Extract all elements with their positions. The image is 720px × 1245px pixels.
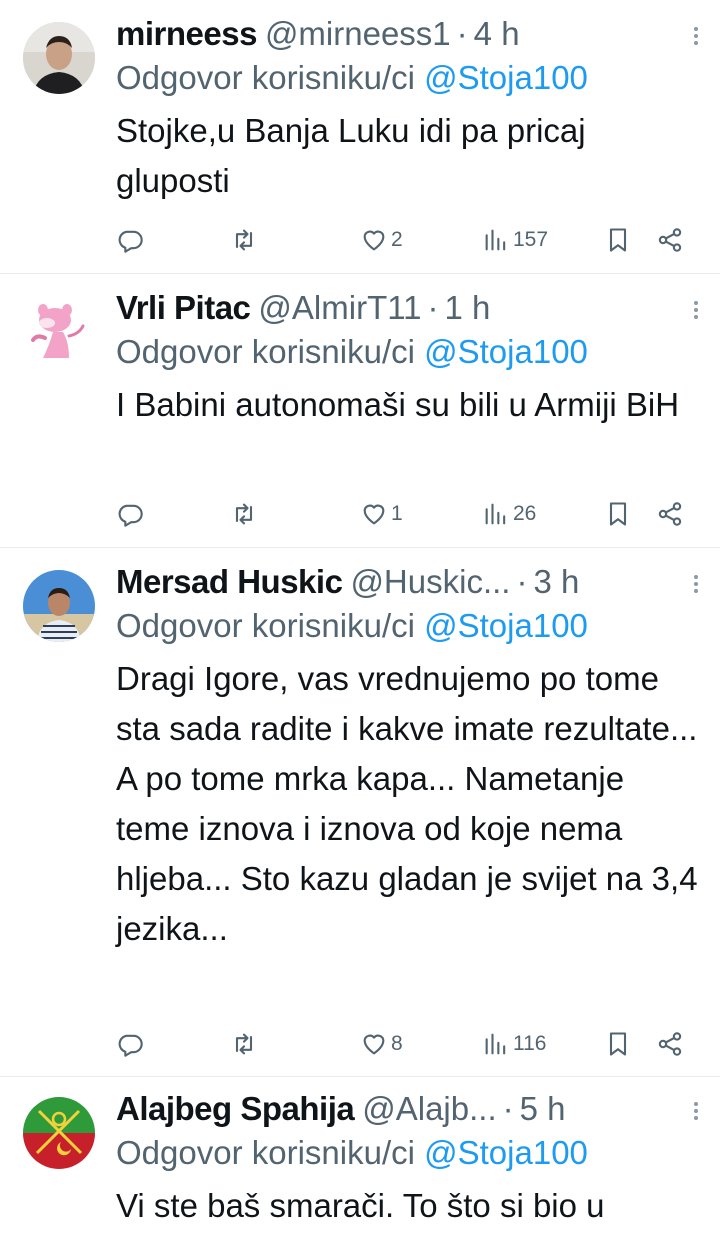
view-count: 116 (513, 1032, 547, 1055)
retweet-icon (235, 229, 253, 251)
display-name[interactable]: mirneess (116, 12, 257, 56)
heart-icon (363, 504, 385, 525)
bookmark-button[interactable] (604, 1030, 632, 1058)
share-icon (658, 502, 682, 526)
more-icon[interactable] (690, 572, 702, 596)
reply-context: Odgovor korisniku/ci @Stoja100 (116, 56, 702, 100)
reply-context: Odgovor korisniku/ci @Stoja100 (116, 1131, 702, 1175)
reply-prefix: Odgovor korisniku/ci (116, 59, 415, 96)
display-name[interactable]: Alajbeg Spahija (116, 1087, 355, 1131)
share-icon (658, 1032, 682, 1056)
reply-button[interactable] (116, 226, 144, 254)
display-name[interactable]: Mersad Huskic (116, 560, 343, 604)
views-icon (485, 229, 506, 251)
reply-context: Odgovor korisniku/ci @Stoja100 (116, 330, 702, 374)
like-count: 1 (391, 502, 403, 525)
more-icon[interactable] (690, 1099, 702, 1123)
user-handle[interactable]: @AlmirT11 (258, 286, 421, 330)
separator-dot: · (427, 289, 439, 326)
separator-dot: · (502, 1090, 514, 1127)
avatar-image (23, 1097, 95, 1169)
timestamp[interactable]: 4 h (474, 12, 520, 56)
views-button[interactable]: 157 (482, 226, 548, 254)
reply-icon (118, 504, 143, 527)
tweet-text: Stojke,u Banja Luku idi pa pricaj glupos… (116, 112, 586, 199)
bookmark-icon (609, 228, 627, 252)
views-icon (485, 503, 506, 525)
reply-context: Odgovor korisniku/ci @Stoja100 (116, 604, 702, 648)
retweet-icon (235, 1033, 253, 1055)
view-count: 157 (513, 228, 549, 251)
display-name[interactable]: Vrli Pitac (116, 286, 251, 330)
reply-icon (118, 230, 143, 253)
like-button[interactable]: 1 (360, 500, 403, 528)
views-button[interactable]: 116 (482, 1030, 546, 1058)
user-handle[interactable]: @mirneess1 (265, 12, 451, 56)
retweet-button[interactable] (230, 1030, 258, 1058)
bookmark-button[interactable] (604, 500, 632, 528)
timestamp[interactable]: 3 h (533, 560, 579, 604)
share-button[interactable] (656, 1030, 684, 1058)
tweet-text: Vi ste baš smarači. To što si bio u (116, 1187, 605, 1224)
tweet-text: I Babini autonomaši su bili u Armiji BiH (116, 386, 680, 423)
separator-dot: · (516, 563, 528, 600)
avatar[interactable] (23, 22, 95, 94)
avatar-image (23, 570, 95, 642)
avatar[interactable] (23, 1097, 95, 1169)
views-button[interactable]: 26 (482, 500, 536, 528)
reply-button[interactable] (116, 500, 144, 528)
tweet[interactable]: Vrli Pitac @AlmirT11 · 1 h Odgovor koris… (0, 274, 720, 548)
reply-mention[interactable]: @Stoja100 (424, 607, 588, 644)
separator-dot: · (456, 15, 468, 52)
reply-prefix: Odgovor korisniku/ci (116, 607, 415, 644)
more-icon[interactable] (690, 298, 702, 322)
reply-mention[interactable]: @Stoja100 (424, 59, 588, 96)
like-button[interactable]: 2 (360, 226, 403, 254)
avatar[interactable] (23, 296, 95, 368)
user-handle[interactable]: @Alajb... (362, 1087, 496, 1131)
bookmark-icon (609, 1032, 627, 1056)
reply-prefix: Odgovor korisniku/ci (116, 1134, 415, 1171)
retweet-icon (235, 503, 253, 525)
retweet-button[interactable] (230, 500, 258, 528)
bookmark-icon (609, 502, 627, 526)
timestamp[interactable]: 1 h (445, 286, 491, 330)
share-button[interactable] (656, 500, 684, 528)
reply-button[interactable] (116, 1030, 144, 1058)
like-button[interactable]: 8 (360, 1030, 403, 1058)
reply-prefix: Odgovor korisniku/ci (116, 333, 415, 370)
bookmark-button[interactable] (604, 226, 632, 254)
like-count: 8 (391, 1032, 403, 1055)
retweet-button[interactable] (230, 226, 258, 254)
heart-icon (363, 230, 385, 251)
heart-icon (363, 1034, 385, 1055)
tweet[interactable]: mirneess @mirneess1 · 4 h Odgovor korisn… (0, 0, 720, 274)
timestamp[interactable]: 5 h (520, 1087, 566, 1131)
reply-mention[interactable]: @Stoja100 (424, 333, 588, 370)
share-icon (658, 228, 682, 252)
views-icon (485, 1033, 506, 1055)
more-icon[interactable] (690, 24, 702, 48)
view-count: 26 (513, 502, 537, 525)
tweet[interactable]: Mersad Huskic @Huskic... · 3 h Odgovor k… (0, 548, 720, 1077)
share-button[interactable] (656, 226, 684, 254)
avatar-image (23, 22, 95, 94)
avatar[interactable] (23, 570, 95, 642)
like-count: 2 (391, 228, 403, 251)
avatar-image (23, 296, 95, 368)
reply-icon (118, 1034, 143, 1057)
tweet[interactable]: Alajbeg Spahija @Alajb... · 5 h Odgovor … (0, 1077, 720, 1245)
user-handle[interactable]: @Huskic... (350, 560, 510, 604)
reply-mention[interactable]: @Stoja100 (424, 1134, 588, 1171)
tweet-text: Dragi Igore, vas vrednujemo po tome sta … (116, 660, 698, 947)
